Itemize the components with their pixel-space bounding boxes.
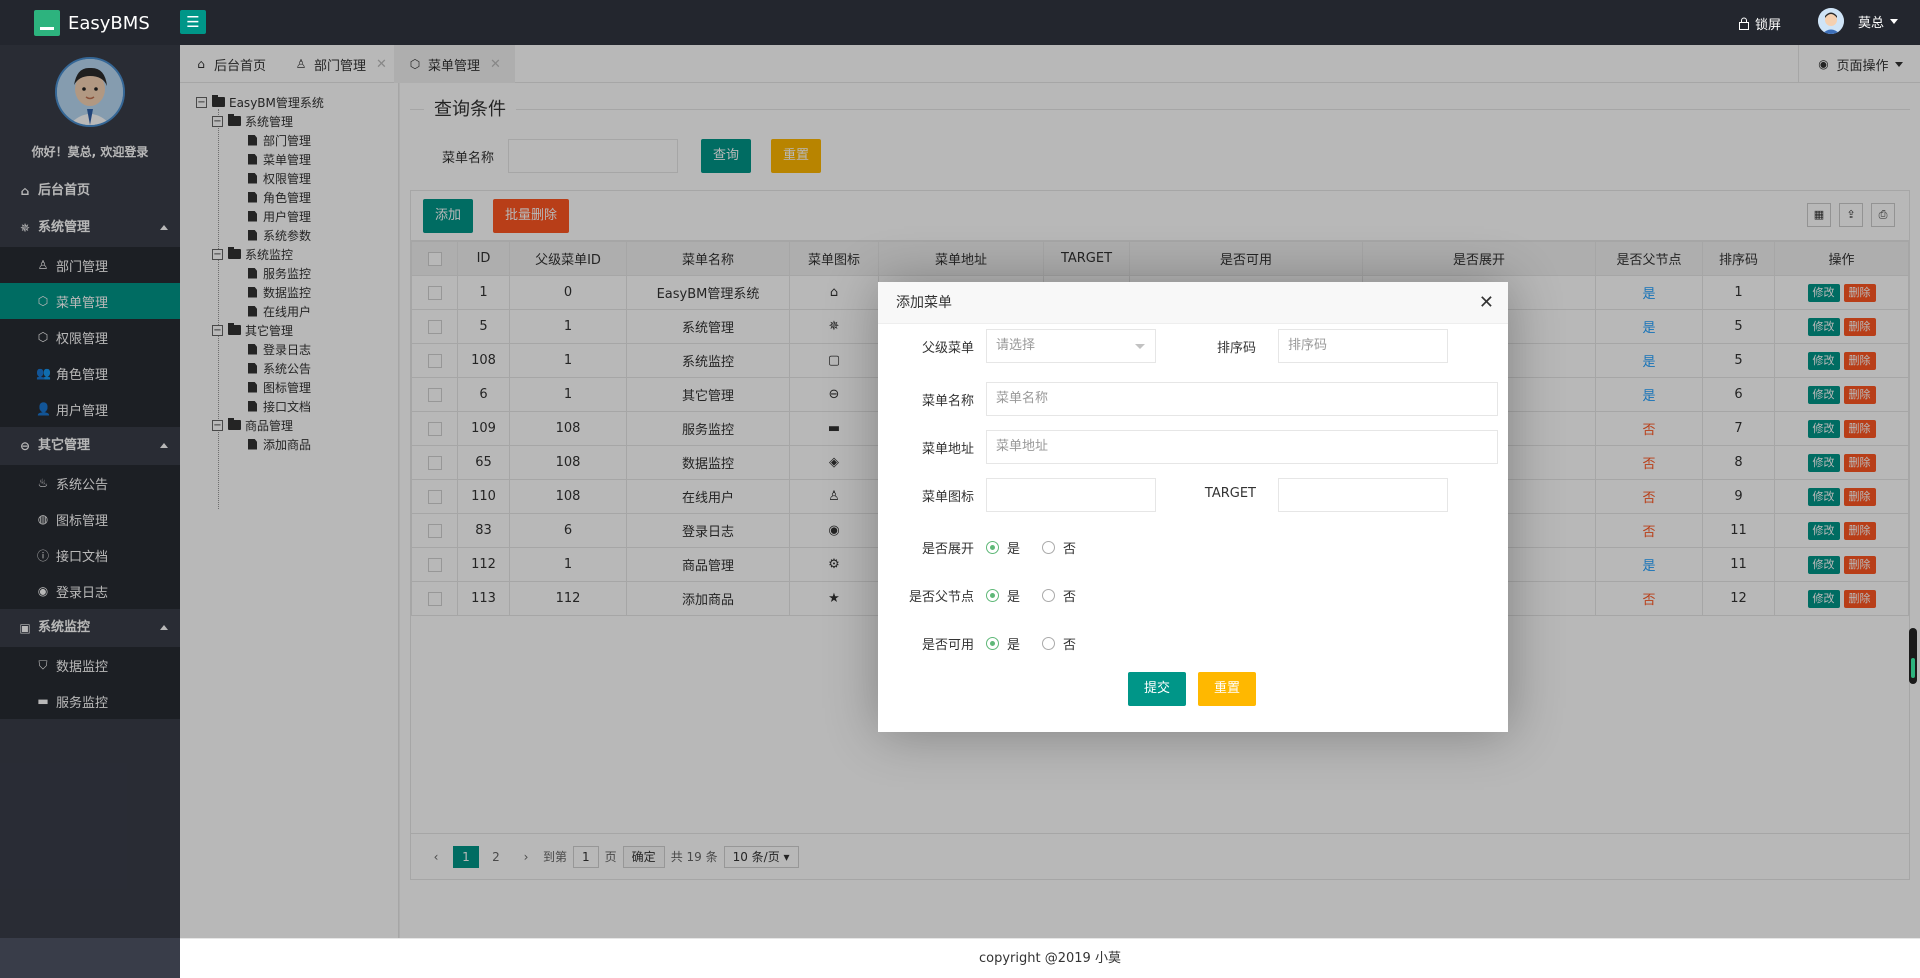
top-header: EasyBMS ☰ 锁屏 莫总 <box>0 0 1920 45</box>
scroll-indicator[interactable] <box>1909 628 1917 684</box>
sort-code-input[interactable]: 排序码 <box>1278 329 1448 363</box>
chevron-down-icon <box>1135 344 1145 349</box>
is-parent-label: 是否父节点 <box>908 590 974 605</box>
radio-unchecked-icon <box>1042 637 1055 650</box>
header-avatar <box>1818 8 1844 34</box>
expand-label: 是否展开 <box>921 542 974 557</box>
target-input[interactable] <box>1278 478 1448 512</box>
radio-unchecked-icon <box>1042 589 1055 602</box>
menu-toggle-icon[interactable]: ☰ <box>180 10 206 34</box>
dialog-header: 添加菜单 ✕ <box>878 282 1508 324</box>
radio-checked-icon <box>986 589 999 602</box>
radio-label: 否 <box>1063 590 1077 605</box>
logo-icon <box>34 10 60 36</box>
enabled-label: 是否可用 <box>921 638 974 653</box>
submit-button[interactable]: 提交 <box>1128 672 1186 706</box>
radio-label: 是 <box>1007 590 1021 605</box>
is-parent-yes-radio[interactable]: 是 <box>986 586 1020 605</box>
menu-url-input[interactable]: 菜单地址 <box>986 430 1498 464</box>
dialog-reset-button[interactable]: 重置 <box>1198 672 1256 706</box>
radio-label: 否 <box>1063 638 1077 653</box>
lock-icon <box>1739 17 1749 30</box>
close-icon[interactable]: ✕ <box>1479 282 1494 324</box>
radio-unchecked-icon <box>1042 541 1055 554</box>
radio-checked-icon <box>986 541 999 554</box>
menu-name-input[interactable]: 菜单名称 <box>986 382 1498 416</box>
radio-label: 是 <box>1007 542 1021 557</box>
footer-copyright: copyright @2019 小莫 <box>180 938 1920 978</box>
radio-checked-icon <box>986 637 999 650</box>
lock-label: 锁屏 <box>1755 18 1782 33</box>
menu-name-label: 菜单名称 <box>921 394 974 409</box>
expand-yes-radio[interactable]: 是 <box>986 538 1020 557</box>
parent-menu-select[interactable]: 请选择 <box>986 329 1156 363</box>
menu-icon-label: 菜单图标 <box>921 490 974 505</box>
sort-code-label: 排序码 <box>1216 341 1256 356</box>
parent-menu-placeholder: 请选择 <box>996 338 1036 353</box>
lock-screen-button[interactable]: 锁屏 <box>1738 14 1781 33</box>
header-username: 莫总 <box>1858 15 1885 31</box>
user-menu[interactable]: 莫总 <box>1818 8 1899 34</box>
dialog-title: 添加菜单 <box>896 295 952 311</box>
target-label: TARGET <box>1204 486 1256 501</box>
add-menu-dialog: 添加菜单 ✕ 父级菜单 请选择 排序码 排序码 菜单名称 菜单名称 菜单地址 菜… <box>878 282 1508 732</box>
app-logo[interactable]: EasyBMS <box>34 10 150 36</box>
is-parent-no-radio[interactable]: 否 <box>1042 586 1076 605</box>
chevron-down-icon <box>1890 18 1899 24</box>
menu-url-label: 菜单地址 <box>921 442 974 457</box>
expand-no-radio[interactable]: 否 <box>1042 538 1076 557</box>
enabled-no-radio[interactable]: 否 <box>1042 634 1076 653</box>
menu-icon-input[interactable] <box>986 478 1156 512</box>
parent-menu-label: 父级菜单 <box>921 341 974 356</box>
enabled-yes-radio[interactable]: 是 <box>986 634 1020 653</box>
radio-label: 是 <box>1007 638 1021 653</box>
radio-label: 否 <box>1063 542 1077 557</box>
app-name: EasyBMS <box>68 12 150 34</box>
